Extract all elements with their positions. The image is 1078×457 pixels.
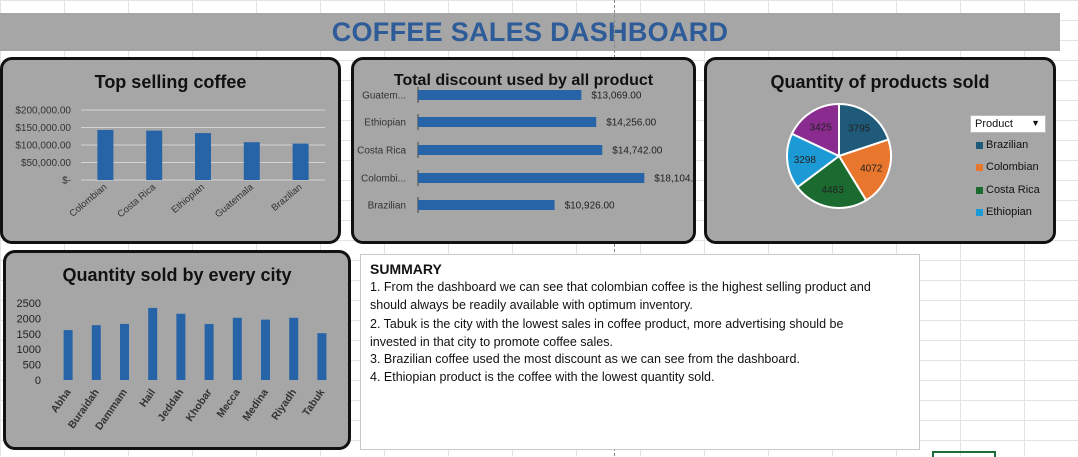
summary-line: 1. From the dashboard we can see that co… [370,280,871,294]
summary-line: invested in that city to promote coffee … [370,335,613,349]
top-selling-chart: $200,000.00 $150,000.00 $100,000.00 $50,000… [15,106,325,220]
y-tick-label: Brazilian [368,201,406,212]
selected-cell[interactable] [932,451,996,457]
summary-line: 2. Tabuk is the city with the lowest sal… [370,317,844,331]
x-tick-label: Costa Rica [115,181,158,220]
data-label: $14,742.00 [612,146,662,157]
y-tick-label: Costa Rica [357,146,406,157]
y-tick-label: Ethiopian [364,118,406,129]
bar [261,319,270,380]
summary-heading: SUMMARY [370,261,442,277]
legend-swatch [976,163,983,171]
legend-label: Costa Rica [986,184,1040,196]
bar [418,173,645,183]
y-tick-label: $150,000.00 [15,123,71,134]
pie-slice-label: 4483 [821,185,844,196]
bar [176,313,186,380]
dashboard-title: COFFEE SALES DASHBOARD [331,17,729,47]
y-tick-label: 500 [23,360,41,372]
x-tick-label: Guatemala [213,181,256,220]
y-tick-label: 0 [35,375,41,387]
legend-item-ethiopian: Ethiopian [976,206,1032,218]
x-tick-label: Colombian [67,182,109,220]
x-tick-label: Khobar [184,387,215,424]
bar [146,130,163,180]
chevron-down-icon: ▼ [1031,118,1040,128]
x-tick-label: Mecca [215,387,243,420]
legend-label: Brazilian [986,139,1029,151]
x-tick-label: Brazilian [270,182,305,214]
pie-slice-label: 3795 [848,124,871,135]
pie-slice-label: 3425 [810,122,833,133]
y-tick-label: $50,000.00 [21,158,71,169]
x-tick-label: Hail [137,387,158,410]
pie-slice-label: 3298 [794,155,817,166]
product-filter-label: Product [975,118,1013,130]
y-tick-label: $100,000.00 [15,141,71,152]
summary-line: 4. Ethiopian product is the coffee with … [370,370,715,384]
bar [120,323,129,380]
pie-slice-label: 4072 [860,163,883,174]
summary-box[interactable]: SUMMARY 1. From the dashboard we can see… [360,254,920,450]
bar [418,90,582,100]
x-tick-label: Jeddah [155,387,186,424]
x-tick-label: Abha [49,387,74,416]
x-tick-label: Tabuk [300,387,327,419]
legend-item-colombian: Colombian [976,161,1039,173]
top-selling-panel[interactable]: Top selling coffee $200,000.00 $150,000.0… [0,57,341,244]
bar [148,307,158,380]
bar [232,317,242,380]
data-label: $18,104.00 [654,174,693,185]
legend-swatch [976,186,983,194]
x-tick-label: Ethiopian [170,182,207,216]
city-panel[interactable]: Quantity sold by every city 2500 2000 1500… [3,250,351,450]
y-tick-label: 2000 [17,313,41,325]
bar [418,145,603,155]
bar [195,133,211,180]
discount-chart: Guatem... $13,069.00 Ethiopian $14,256.00 Co… [357,87,693,213]
y-tick-label: $200,000.00 [15,106,71,117]
bar [418,200,555,210]
summary-line: should always be readily available with … [370,298,693,312]
data-label: $10,926.00 [565,201,615,212]
legend-label: Ethiopian [986,206,1032,218]
legend-swatch [976,141,983,149]
bar [243,142,260,180]
x-tick-label: Riyadh [269,387,299,423]
y-tick-label: Guatem... [362,91,406,102]
bar [317,333,327,380]
y-tick-label: 2500 [17,298,41,310]
summary-line: 3. Brazilian coffee used the most discou… [370,352,800,366]
bar [97,129,114,180]
discount-panel[interactable]: Total discount used by all product Guate… [351,57,696,244]
y-tick-label: $- [62,176,71,187]
x-tick-label: Medina [240,387,271,424]
bar [204,323,214,380]
legend-item-brazilian: Brazilian [976,139,1028,151]
bar [418,117,597,127]
y-tick-label: 1000 [17,344,41,356]
product-filter-dropdown[interactable]: Product ▼ [970,115,1046,133]
data-label: $14,256.00 [606,118,656,129]
y-tick-label: Colombi... [361,174,406,185]
city-chart: 25002000150010005000AbhaBuraidahDammam Ha… [17,298,328,432]
legend-item-costa-rica: Costa Rica [976,184,1040,196]
legend-label: Colombian [986,161,1039,173]
legend-swatch [976,208,983,216]
bar [292,143,309,180]
data-label: $13,069.00 [591,91,641,102]
bar [91,325,101,380]
bar [289,317,299,380]
y-tick-label: 1500 [17,329,41,341]
bar [63,330,73,380]
